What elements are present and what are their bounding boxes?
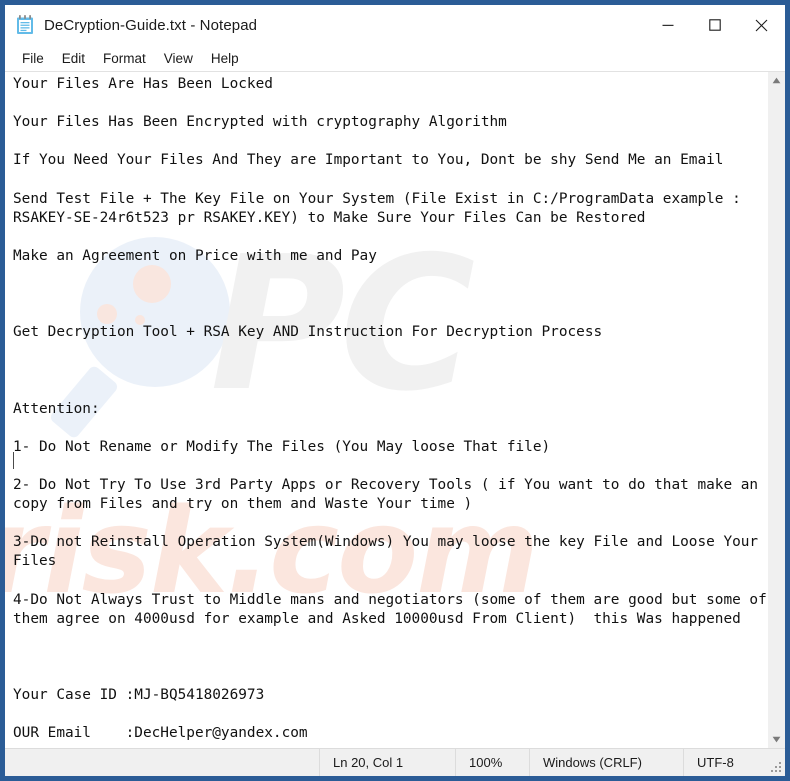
- close-button[interactable]: [738, 5, 785, 45]
- vertical-scrollbar[interactable]: [767, 72, 785, 748]
- close-icon: [755, 19, 768, 31]
- maximize-icon: [708, 19, 721, 31]
- status-line-ending[interactable]: Windows (CRLF): [529, 749, 683, 776]
- minimize-icon: [662, 24, 673, 26]
- minimize-button[interactable]: [644, 5, 691, 45]
- scroll-down-icon: [772, 736, 781, 743]
- status-cursor-position: Ln 20, Col 1: [319, 749, 455, 776]
- menu-item-help[interactable]: Help: [202, 49, 248, 68]
- ransom-note-text: Your Files Are Has Been Locked Your File…: [13, 76, 767, 742]
- text-editor-area[interactable]: Your Files Are Has Been Locked Your File…: [5, 72, 767, 748]
- status-bar-spacer: [5, 749, 319, 776]
- status-bar: Ln 20, Col 1 100% Windows (CRLF) UTF-8: [5, 748, 785, 776]
- window-controls: [644, 5, 785, 45]
- status-zoom-level[interactable]: 100%: [455, 749, 529, 776]
- scroll-up-icon: [772, 77, 781, 84]
- notepad-window: DeCryption-Guide.txt - Notepad File Edit…: [0, 0, 790, 781]
- menu-item-view[interactable]: View: [155, 49, 202, 68]
- title-bar[interactable]: DeCryption-Guide.txt - Notepad: [5, 5, 785, 45]
- scroll-up-button[interactable]: [768, 72, 785, 89]
- text-caret: [13, 452, 14, 469]
- scroll-down-button[interactable]: [768, 731, 785, 748]
- menu-item-format[interactable]: Format: [94, 49, 155, 68]
- maximize-button[interactable]: [691, 5, 738, 45]
- menu-item-file[interactable]: File: [13, 49, 53, 68]
- notepad-icon: [16, 15, 34, 35]
- menu-item-edit[interactable]: Edit: [53, 49, 94, 68]
- window-title: DeCryption-Guide.txt - Notepad: [44, 16, 258, 34]
- resize-grip[interactable]: [770, 761, 782, 773]
- menu-bar: File Edit Format View Help: [5, 45, 785, 72]
- editor-region: PC risk.com Your Files Are Has Been Lock…: [5, 72, 785, 748]
